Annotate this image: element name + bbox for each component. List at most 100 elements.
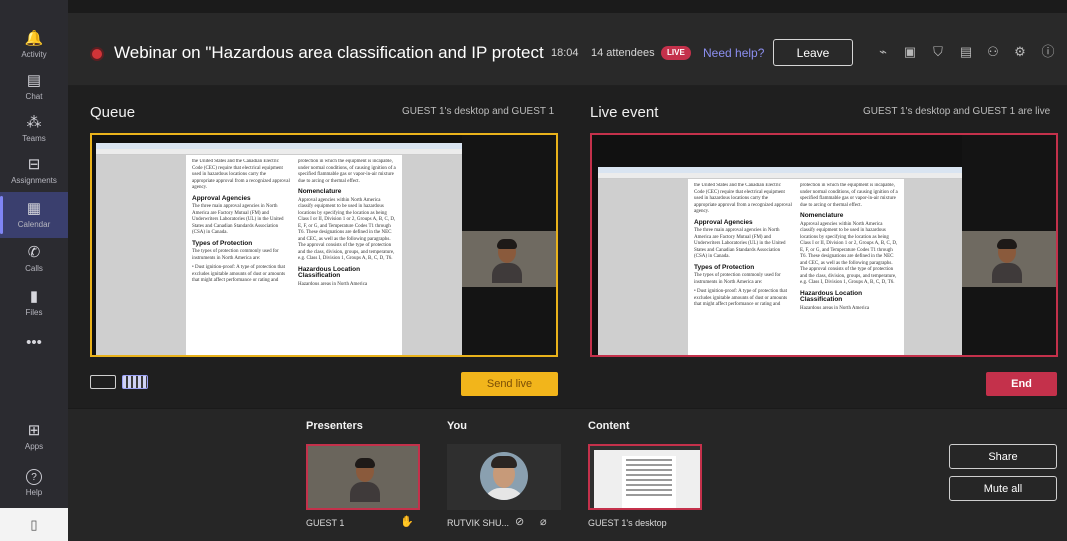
document-thumbnail [594,450,700,508]
document-page: the United States and the Canadian Elect… [186,155,402,355]
doc-text: the United States and the Canadian Elect… [192,159,290,190]
doc-heading: Approval Agencies [694,218,753,226]
rail-device[interactable]: ▯ [0,508,68,541]
apps-icon: ⊞ [27,422,41,439]
app-rail: 🔔 Activity ▤ Chat ⁂ Teams ⊟ Assignments … [0,0,68,541]
person-avatar [992,239,1022,283]
mic-off-icon[interactable]: ⌀ [540,515,547,528]
mute-all-button[interactable]: Mute all [949,476,1057,501]
doc-heading: Hazardous Location Classification [298,265,361,279]
bell-icon: 🔔 [24,30,44,47]
you-thumbnail[interactable] [447,444,561,510]
rail-assignments-label: Assignments [11,176,57,185]
rail-assignments[interactable]: ⊟ Assignments [0,148,68,194]
help-link[interactable]: Need help? [703,46,764,60]
recording-icon [92,49,102,59]
content-thumbnail[interactable] [588,444,702,510]
rail-teams-label: Teams [22,134,46,143]
doc-text: protection in which the equipment is inc… [800,183,898,208]
queue-subtitle: GUEST 1's desktop and GUEST 1 [402,106,555,117]
chat-icon: ▤ [26,72,42,89]
rail-help[interactable]: ? Help [0,460,68,506]
presenter-video [462,231,556,287]
end-button[interactable]: End [986,372,1057,396]
doc-heading: Approval Agencies [192,194,251,202]
phone-icon: ✆ [27,244,41,261]
rail-chat-label: Chat [25,92,43,101]
layout-split-button[interactable] [122,375,148,389]
content-label: Content [588,420,630,432]
live-preview[interactable]: the United States and the Canadian Elect… [590,133,1058,357]
doc-text: The types of protection commonly used fo… [694,273,781,285]
assignments-icon: ⊟ [27,156,41,173]
shared-document: the United States and the Canadian Elect… [598,167,962,355]
doc-text: Hazardous areas in North America [800,305,870,311]
activity-icon[interactable]: ⌁ [875,44,891,60]
doc-text: Hazardous areas in North America [298,281,368,287]
raise-hand-icon: ✋ [400,516,414,528]
you-name: RUTVIK SHU... [447,518,510,528]
notes-icon[interactable]: ▣ [902,44,918,60]
queue-preview[interactable]: the United States and the Canadian Elect… [90,133,558,357]
more-icon: ••• [26,334,42,351]
rail-teams[interactable]: ⁂ Teams [0,106,68,152]
rail-chat[interactable]: ▤ Chat [0,64,68,110]
presenter-name: GUEST 1 [306,518,345,528]
doc-text: Approval agencies within North America c… [298,197,396,262]
layout-single-button[interactable] [90,375,116,389]
doc-heading: Nomenclature [800,212,844,219]
doc-text: The three main approval agencies in Nort… [694,228,786,259]
person-avatar [492,239,522,283]
rail-apps[interactable]: ⊞ Apps [0,414,68,460]
calendar-icon: ▦ [26,200,42,217]
doc-text: • Dust ignition-proof: A type of protect… [192,265,286,283]
rail-calendar[interactable]: ▦ Calendar [0,192,68,238]
doc-text: The three main approval agencies in Nort… [192,204,284,235]
rail-calendar-label: Calendar [17,220,51,229]
source-tray [68,408,1067,541]
doc-text: protection in which the equipment is inc… [298,159,396,184]
content-name: GUEST 1's desktop [588,518,667,528]
live-subtitle: GUEST 1's desktop and GUEST 1 are live [863,106,1051,117]
send-live-button[interactable]: Send live [461,372,558,396]
leave-button[interactable]: Leave [773,39,853,66]
doc-text: the United States and the Canadian Elect… [694,183,792,214]
doc-heading: Hazardous Location Classification [800,289,863,303]
file-icon: ▮ [29,288,39,305]
document-page: the United States and the Canadian Elect… [688,179,904,355]
share-button[interactable]: Share [949,444,1057,469]
info-icon[interactable]: ⓘ [1040,44,1056,60]
live-title: Live event [590,104,659,121]
camera-off-icon[interactable]: ⊘ [515,515,524,528]
avatar [480,452,528,500]
presenter-thumbnail[interactable] [306,444,420,510]
attendee-count[interactable]: 14 attendees [591,47,655,59]
rail-activity[interactable]: 🔔 Activity [0,22,68,68]
doc-text: Approval agencies within North America c… [800,221,898,286]
rail-apps-label: Apps [24,442,44,451]
help-icon: ? [26,469,42,485]
meeting-title: Webinar on "Hazardous area classificatio… [114,43,544,62]
rail-more[interactable]: ••• [0,320,68,366]
participants-icon[interactable]: ⚇ [985,44,1001,60]
doc-text: The types of protection commonly used fo… [192,249,279,261]
you-label: You [447,420,467,432]
meeting-timer: 18:04 [551,47,579,59]
rail-calls-label: Calls [25,264,43,273]
chat-icon[interactable]: ▤ [958,44,974,60]
rail-activity-label: Activity [21,50,47,59]
rail-files-label: Files [25,308,43,317]
live-badge: LIVE [661,46,691,60]
settings-icon[interactable]: ⚙ [1012,44,1028,60]
doc-heading: Types of Protection [694,263,755,271]
shield-icon[interactable]: ⛉ [930,44,946,60]
doc-text: • Dust ignition-proof: A type of protect… [694,289,788,307]
rail-calls[interactable]: ✆ Calls [0,236,68,282]
camera-strip [462,135,556,355]
title-bar [68,0,1067,13]
presenter-video [962,231,1056,287]
doc-heading: Types of Protection [192,239,253,247]
doc-heading: Nomenclature [298,188,342,195]
mobile-icon: ▯ [30,516,38,532]
queue-title: Queue [90,104,136,121]
